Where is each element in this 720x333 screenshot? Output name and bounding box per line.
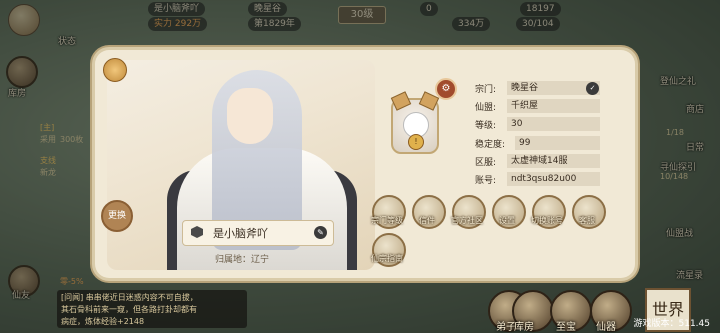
edit-name-icon[interactable]: ✎ (314, 226, 327, 239)
customer-service-label: 客服 (579, 216, 595, 225)
rank-hex-icon (191, 226, 203, 238)
player-name: 是小脑斧吖 (213, 227, 268, 240)
field-server-key: 区服: (475, 158, 497, 168)
home-region: 归属地：辽宁 (215, 255, 270, 265)
avatar-settings-icon[interactable]: ⚙ (435, 78, 457, 100)
field-server-value: 太虚神域14服 (507, 154, 600, 168)
name-bar: 是小脑斧吖 ✎ (182, 220, 334, 246)
sect-rank-label: 宗门等级 (371, 216, 403, 225)
change-portrait-button[interactable]: 更换 (101, 200, 133, 232)
field-sect: 宗门: 晚星谷 ✓ (475, 81, 605, 96)
mail-label: 信件 (419, 216, 435, 225)
field-alliance-value: 千织屋 (507, 99, 600, 113)
sect-settings-icon[interactable]: ✓ (586, 82, 599, 95)
avatar-frame[interactable]: ! (390, 91, 440, 154)
artifact-label: 仙器 (596, 322, 616, 333)
field-stability-value: 99 (515, 136, 600, 150)
chat-line-2: 其石骨科前来一窥，但各路打卦却都有 (61, 305, 197, 314)
chat-box[interactable]: [问闻] 串串佬近日迷惑内容不可自拔， 其石骨科前来一窥，但各路打卦却都有 病症… (57, 290, 247, 328)
guide-label: 仙宗指南 (371, 254, 403, 263)
storage-label: 库房 (514, 322, 534, 333)
switch-account-label: 切换账号 (531, 216, 563, 225)
field-alliance: 仙盟: 千织屋 (475, 99, 605, 114)
character-portrait: 是小脑斧吖 ✎ 归属地：辽宁 (107, 60, 375, 270)
seal-icon (103, 58, 127, 82)
chat-line-1: [问闻] 串串佬近日迷惑内容不可自拔， (61, 293, 198, 302)
field-stability: 稳定度: 99 (475, 136, 605, 151)
disciples-label: 弟子 (496, 322, 516, 333)
field-sect-key: 宗门: (475, 85, 497, 95)
field-level: 等级: 30 (475, 117, 605, 132)
avatar-ear-left (390, 91, 412, 111)
field-account-key: 账号: (475, 176, 497, 186)
field-server: 区服: 太虚神域14服 (475, 154, 605, 169)
profile-card: 是小脑斧吖 ✎ 归属地：辽宁 更换 ! ⚙ 宗门: 晚星谷 ✓ 仙盟: 千织屋 … (77, 50, 635, 278)
settings-label: 设置 (499, 216, 515, 225)
field-level-value: 30 (507, 117, 600, 131)
chat-line-3: 病症，炼体经验+2148 (61, 317, 145, 326)
treasure-label: 至宝 (556, 322, 576, 333)
medal-icon: ! (408, 134, 424, 150)
version-text: 游戏版本：511.45 (633, 319, 711, 329)
field-level-key: 等级: (475, 121, 497, 131)
field-alliance-key: 仙盟: (475, 103, 497, 113)
community-label: 官方社区 (451, 216, 483, 225)
field-account: 账号: ndt3qsu82u00 (475, 172, 605, 187)
field-stability-key: 稳定度: (475, 140, 506, 150)
face-shape (227, 88, 273, 144)
field-account-value: ndt3qsu82u00 (507, 172, 600, 186)
